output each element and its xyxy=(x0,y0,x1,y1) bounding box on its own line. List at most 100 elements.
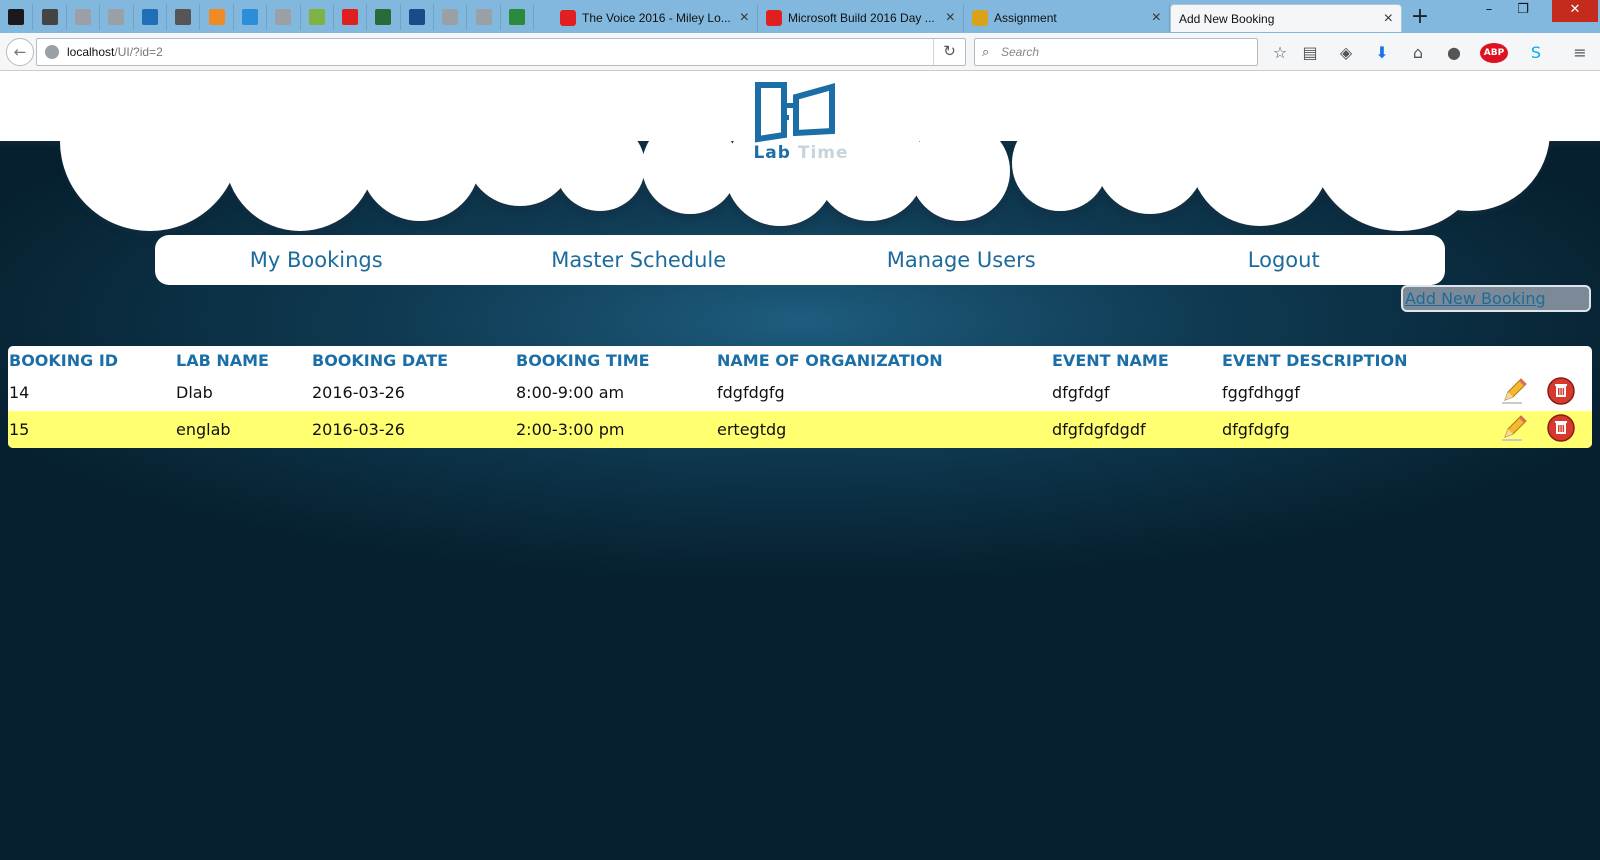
window-close-button[interactable]: ✕ xyxy=(1552,0,1598,22)
cell-booking-time: 2:00-3:00 pm xyxy=(515,411,716,448)
tab-title: The Voice 2016 - Miley Lo... xyxy=(582,11,731,25)
delete-trash-icon[interactable] xyxy=(1546,376,1576,410)
edit-pencil-icon[interactable] xyxy=(1499,413,1541,447)
main-menu: My Bookings Master Schedule Manage Users… xyxy=(155,235,1445,285)
menu-hamburger-icon[interactable]: ≡ xyxy=(1570,43,1590,63)
ifc-icon xyxy=(408,9,425,25)
youtube-icon xyxy=(560,10,576,26)
minimize-icon[interactable]: – xyxy=(1474,0,1504,22)
restore-icon[interactable]: ❐ xyxy=(1508,0,1538,22)
table-header-row: BOOKING ID LAB NAME BOOKING DATE BOOKING… xyxy=(8,346,1592,374)
pulse-icon xyxy=(8,9,25,25)
delete-trash-icon[interactable] xyxy=(1546,413,1576,447)
tab-the-voice[interactable]: The Voice 2016 - Miley Lo... × xyxy=(552,4,758,32)
pinned-tab[interactable] xyxy=(501,4,535,30)
book-icon xyxy=(175,9,192,25)
logo-word-lab: Lab xyxy=(753,143,791,163)
pocket-icon[interactable]: ◈ xyxy=(1336,43,1356,63)
pinned-tabs xyxy=(0,4,535,30)
bookmark-star-icon[interactable]: ☆ xyxy=(1270,43,1290,63)
cell-booking-id: 14 xyxy=(9,383,30,402)
youtube-icon xyxy=(342,9,359,25)
pinned-tab[interactable] xyxy=(134,4,167,30)
chat-icon[interactable]: ● xyxy=(1444,43,1464,63)
logo-wordmark: Lab Time xyxy=(736,143,866,163)
cell-actions xyxy=(1498,411,1592,448)
header-lab-name: LAB NAME xyxy=(176,350,269,370)
diamond-icon xyxy=(41,9,58,25)
close-icon[interactable]: × xyxy=(1384,10,1393,28)
edit-pencil-icon[interactable] xyxy=(1499,376,1541,410)
pinned-tab[interactable] xyxy=(401,4,435,30)
android-icon xyxy=(308,9,325,25)
header-actions xyxy=(1498,346,1592,374)
tab-title: Assignment xyxy=(994,11,1057,25)
reload-icon[interactable]: ↻ xyxy=(933,39,965,65)
pinned-tab[interactable] xyxy=(467,4,501,30)
cell-organization: ertegtdg xyxy=(716,411,1051,448)
globe-icon xyxy=(45,45,59,59)
cell-lab-name: Dlab xyxy=(176,383,213,402)
cell-event-name: dfgfdgf xyxy=(1052,383,1110,402)
search-input[interactable]: ⌕ Search xyxy=(974,38,1258,66)
tab-assignment[interactable]: Assignment × xyxy=(964,4,1170,32)
header-booking-id: BOOKING ID xyxy=(9,350,119,370)
menu-my-bookings[interactable]: My Bookings xyxy=(155,248,478,272)
browser-nav-bar: ← localhost/UI/?id=2 ↻ ⌕ Search ☆ ▤ ◈ ⬇ … xyxy=(0,33,1600,71)
cell-organization: fdgfdgfg xyxy=(717,383,785,402)
pinned-tab[interactable] xyxy=(167,4,201,30)
pinned-tab[interactable] xyxy=(367,4,401,30)
pinned-tab[interactable] xyxy=(100,4,134,30)
url-path: /UI/?id=2 xyxy=(114,45,163,59)
pinned-tab[interactable] xyxy=(0,4,34,30)
lab-time-logo[interactable]: Lab Time xyxy=(736,81,866,171)
tab-microsoft-build[interactable]: Microsoft Build 2016 Day ... × xyxy=(758,4,964,32)
menu-master-schedule[interactable]: Master Schedule xyxy=(478,248,801,272)
menu-logout[interactable]: Logout xyxy=(1123,248,1446,272)
cell-lab-name: englab xyxy=(175,411,311,448)
blank-page-icon xyxy=(442,9,459,25)
blank-page-icon xyxy=(475,9,492,25)
browser-tab-strip: The Voice 2016 - Miley Lo... × Microsoft… xyxy=(0,0,1600,33)
cell-event-description: dfgfdgfg xyxy=(1221,411,1498,448)
letter-a-icon xyxy=(509,9,526,25)
download-icon[interactable]: ⬇ xyxy=(1372,43,1392,63)
header-booking-time: BOOKING TIME xyxy=(516,350,650,370)
pinned-tab[interactable] xyxy=(200,4,234,30)
orange-circle-icon xyxy=(208,9,225,25)
url-host: localhost xyxy=(67,45,115,59)
skype-icon[interactable]: S xyxy=(1526,43,1546,63)
close-icon[interactable]: × xyxy=(740,9,749,27)
blank-page-icon xyxy=(74,9,91,25)
blank-page-icon xyxy=(108,9,125,25)
logo-word-time: Time xyxy=(797,143,849,163)
address-bar[interactable]: localhost/UI/?id=2 ↻ xyxy=(36,38,966,66)
new-tab-button[interactable]: + xyxy=(1406,4,1434,30)
pinned-tab[interactable] xyxy=(67,4,101,30)
close-icon[interactable]: × xyxy=(1152,9,1161,27)
pinned-tab[interactable] xyxy=(434,4,468,30)
tab-add-new-booking[interactable]: Add New Booking × xyxy=(1170,4,1402,32)
pinned-tab[interactable] xyxy=(234,4,268,30)
pinned-tab[interactable] xyxy=(33,4,67,30)
pinned-tab[interactable] xyxy=(334,4,368,30)
cell-booking-id: 15 xyxy=(8,411,175,448)
web-page: Lab Time My Bookings Master Schedule Man… xyxy=(0,71,1600,860)
add-new-booking-button[interactable]: Add New Booking xyxy=(1401,285,1591,312)
header-booking-date: BOOKING DATE xyxy=(312,350,449,370)
tab-title: Microsoft Build 2016 Day ... xyxy=(788,11,935,25)
close-icon[interactable]: × xyxy=(946,9,955,27)
pinned-tab[interactable] xyxy=(267,4,301,30)
back-arrow-icon[interactable]: ← xyxy=(6,38,34,66)
swirl-icon xyxy=(141,9,158,25)
menu-manage-users[interactable]: Manage Users xyxy=(800,248,1123,272)
home-icon[interactable]: ⌂ xyxy=(1408,43,1428,63)
adblock-icon[interactable]: ABP xyxy=(1480,43,1508,63)
header-event-description: EVENT DESCRIPTION xyxy=(1222,350,1408,370)
search-icon: ⌕ xyxy=(982,44,990,59)
bookings-table: BOOKING ID LAB NAME BOOKING DATE BOOKING… xyxy=(8,346,1592,448)
header-event-name: EVENT NAME xyxy=(1052,350,1169,370)
header-organization: NAME OF ORGANIZATION xyxy=(717,350,943,370)
pinned-tab[interactable] xyxy=(301,4,334,30)
reading-list-icon[interactable]: ▤ xyxy=(1300,43,1320,63)
